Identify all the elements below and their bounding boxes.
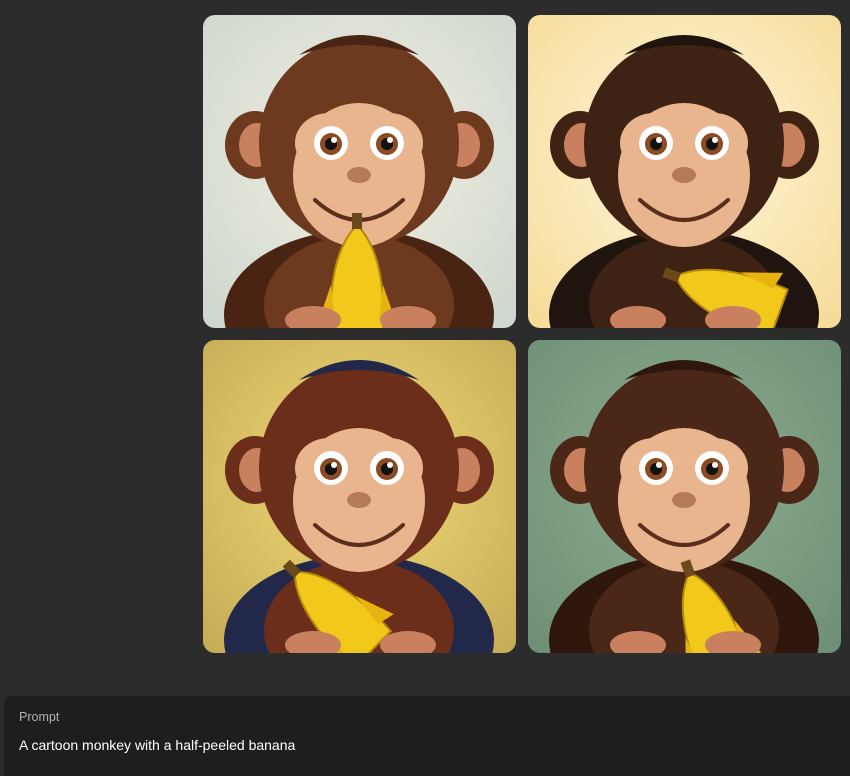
generated-image-1[interactable] <box>203 15 516 328</box>
prompt-panel: Prompt A cartoon monkey with a half-peel… <box>4 696 850 776</box>
monkey-illustration-3 <box>203 340 516 653</box>
generated-image-3[interactable] <box>203 340 516 653</box>
monkey-illustration-2 <box>528 15 841 328</box>
monkey-illustration-4 <box>528 340 841 653</box>
generated-image-4[interactable] <box>528 340 841 653</box>
prompt-text[interactable]: A cartoon monkey with a half-peeled bana… <box>19 737 295 753</box>
generated-image-2[interactable] <box>528 15 841 328</box>
monkey-illustration-1 <box>203 15 516 328</box>
prompt-label: Prompt <box>19 710 60 724</box>
